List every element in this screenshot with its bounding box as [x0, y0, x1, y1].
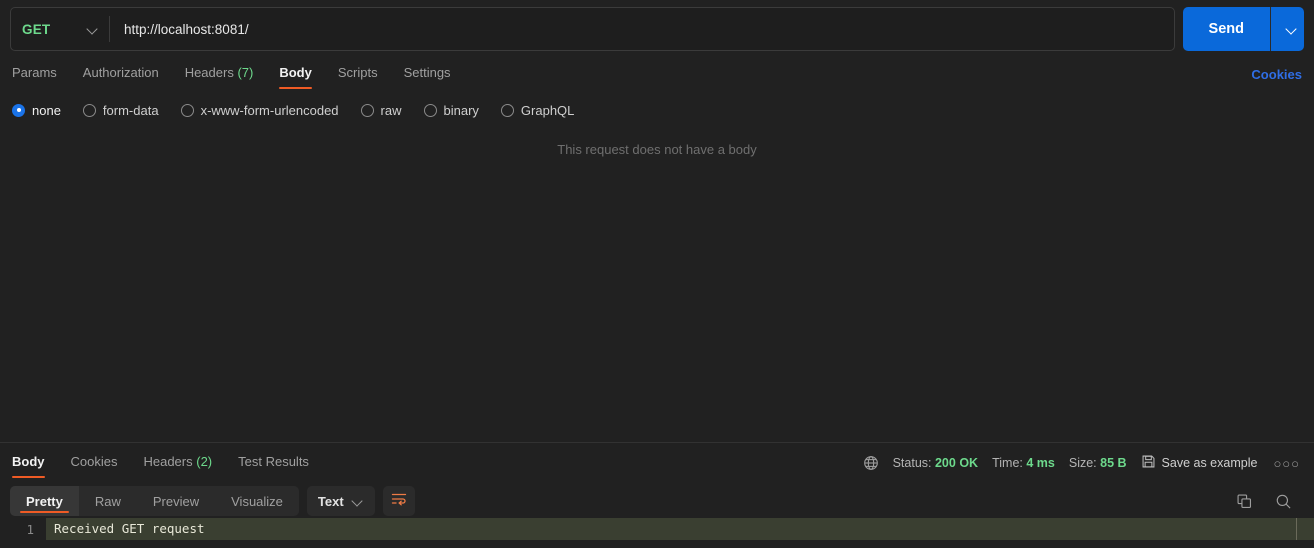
- status-value: 200 OK: [934, 456, 979, 470]
- url-bar: GET: [10, 7, 1175, 51]
- line-number: 1: [26, 521, 34, 537]
- response-format-dropdown[interactable]: Text: [306, 486, 375, 516]
- chevron-down-icon: [352, 495, 364, 507]
- chevron-down-icon: [1286, 23, 1298, 35]
- radio-label: GraphQL: [520, 102, 575, 118]
- tab-label: Headers: [143, 454, 193, 469]
- chevron-down-icon: [87, 23, 99, 35]
- response-tab-cookies[interactable]: Cookies: [71, 448, 118, 478]
- size-value: 85 B: [1100, 456, 1127, 470]
- tab-params[interactable]: Params: [12, 59, 57, 89]
- tab-label: Headers: [184, 65, 234, 80]
- response-meta: Status: 200 OK Time: 4 ms Size: 85 B Sav…: [863, 454, 1302, 472]
- ellipsis-icon[interactable]: ○○○: [1271, 456, 1302, 471]
- response-toolbar: Pretty Raw Preview Visualize Text: [0, 484, 1314, 518]
- word-wrap-toggle[interactable]: [382, 486, 415, 516]
- body-type-none[interactable]: none: [12, 103, 61, 118]
- size-label: Size:: [1068, 456, 1097, 470]
- tab-label: Body: [12, 454, 45, 469]
- search-icon[interactable]: [1275, 493, 1292, 510]
- copy-icon[interactable]: [1236, 493, 1253, 510]
- word-wrap-icon: [391, 492, 407, 511]
- view-mode-raw[interactable]: Raw: [79, 486, 137, 516]
- radio-icon: [12, 103, 25, 117]
- view-mode-label: Pretty: [26, 493, 63, 509]
- response-tab-headers[interactable]: Headers (2): [143, 448, 212, 478]
- tab-settings[interactable]: Settings: [404, 59, 451, 89]
- response-tab-test-results[interactable]: Test Results: [238, 448, 309, 478]
- radio-icon: [82, 103, 96, 117]
- pane-divider[interactable]: [0, 442, 1314, 443]
- view-mode-pretty[interactable]: Pretty: [10, 486, 79, 516]
- save-as-example-button[interactable]: Save as example: [1141, 454, 1258, 472]
- url-input[interactable]: [110, 8, 1174, 50]
- response-format-label: Text: [317, 493, 344, 509]
- tab-label: Scripts: [337, 65, 378, 80]
- response-tabs-row: Body Cookies Headers (2) Test Results St…: [0, 446, 1314, 480]
- cookies-link[interactable]: Cookies: [1251, 67, 1302, 82]
- body-type-graphql[interactable]: GraphQL: [500, 102, 575, 118]
- radio-label: x-www-form-urlencoded: [200, 102, 339, 118]
- radio-label: form-data: [102, 102, 159, 118]
- time-label: Time:: [992, 456, 1023, 470]
- status-info[interactable]: Status: 200 OK: [893, 456, 979, 470]
- view-mode-label: Visualize: [231, 493, 283, 509]
- send-options-button[interactable]: [1270, 7, 1304, 51]
- empty-body-message: This request does not have a body: [557, 142, 757, 157]
- body-type-form-data[interactable]: form-data: [82, 102, 159, 118]
- body-type-x-www-form-urlencoded[interactable]: x-www-form-urlencoded: [180, 102, 339, 118]
- tab-label: Params: [12, 65, 57, 80]
- save-disk-icon: [1141, 454, 1156, 472]
- view-mode-visualize[interactable]: Visualize: [215, 486, 299, 516]
- code-line: 1 Received GET request: [0, 518, 1314, 540]
- radio-label: raw: [380, 102, 402, 118]
- view-mode-preview[interactable]: Preview: [137, 486, 215, 516]
- line-content: Received GET request: [46, 518, 1314, 540]
- body-type-radio-group: none form-data x-www-form-urlencoded raw…: [12, 98, 1302, 122]
- response-toolbar-actions: [1236, 493, 1304, 510]
- size-info[interactable]: Size: 85 B: [1069, 456, 1127, 470]
- radio-icon: [360, 103, 374, 117]
- http-method-label: GET: [22, 21, 51, 37]
- radio-label: binary: [443, 102, 479, 118]
- body-type-raw[interactable]: raw: [360, 102, 402, 118]
- response-body-viewer[interactable]: 1 Received GET request: [0, 518, 1314, 548]
- tab-count: (7): [237, 65, 254, 80]
- globe-icon[interactable]: [863, 455, 879, 471]
- tab-label: Authorization: [82, 65, 159, 80]
- response-view-mode-group: Pretty Raw Preview Visualize: [10, 486, 299, 516]
- http-method-dropdown[interactable]: GET: [11, 8, 109, 50]
- time-value: 4 ms: [1026, 456, 1055, 470]
- url-bar-row: GET Send: [10, 7, 1304, 51]
- tab-headers[interactable]: Headers (7): [185, 59, 254, 89]
- request-tabs: Params Authorization Headers (7) Body Sc…: [0, 58, 1314, 90]
- time-info[interactable]: Time: 4 ms: [992, 456, 1055, 470]
- radio-icon: [500, 103, 514, 117]
- tab-label: Cookies: [70, 454, 118, 469]
- radio-label: none: [32, 102, 61, 118]
- view-mode-label: Raw: [94, 493, 121, 509]
- tab-label: Settings: [403, 65, 451, 80]
- send-button-group: Send: [1182, 7, 1304, 51]
- status-label: Status:: [892, 456, 932, 470]
- save-as-example-label: Save as example: [1161, 456, 1258, 470]
- view-mode-label: Preview: [152, 493, 200, 509]
- tab-body[interactable]: Body: [279, 59, 312, 89]
- tab-authorization[interactable]: Authorization: [83, 59, 159, 89]
- radio-icon: [423, 103, 437, 117]
- tab-label: Test Results: [238, 454, 309, 469]
- response-tab-body[interactable]: Body: [12, 448, 45, 478]
- body-type-binary[interactable]: binary: [423, 102, 479, 118]
- send-button[interactable]: Send: [1182, 7, 1270, 51]
- radio-icon: [180, 103, 194, 117]
- tab-label: Body: [279, 65, 312, 80]
- postman-request-response-view: GET Send Params Authorization Headers (7…: [0, 0, 1314, 548]
- tab-scripts[interactable]: Scripts: [338, 59, 378, 89]
- tab-count: (2): [196, 454, 213, 469]
- code-cursor: [1296, 518, 1297, 540]
